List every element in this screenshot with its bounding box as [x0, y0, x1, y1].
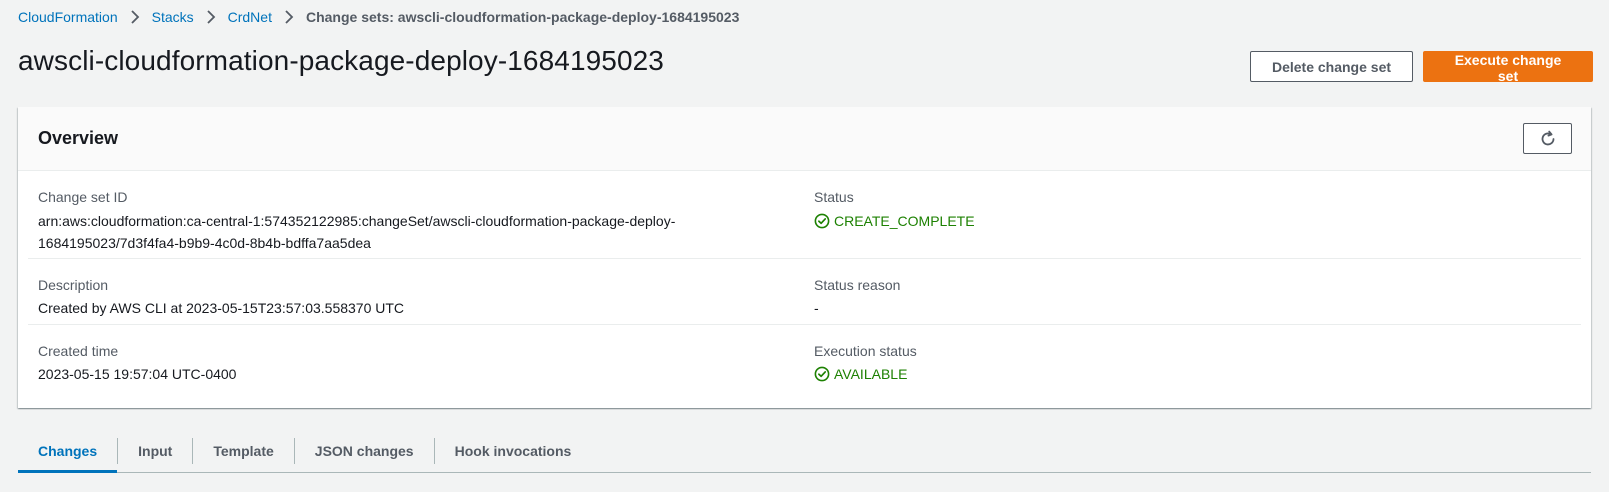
- change-set-id-cell: Change set ID arn:aws:cloudformation:ca-…: [28, 171, 814, 258]
- execution-status-text: AVAILABLE: [834, 366, 908, 382]
- status-cell: Status CREATE_COMPLETE: [814, 171, 1581, 258]
- overview-row: Description Created by AWS CLI at 2023-0…: [28, 259, 1581, 325]
- success-check-icon: [814, 213, 830, 229]
- change-set-id-label: Change set ID: [38, 189, 128, 205]
- overview-grid: Change set ID arn:aws:cloudformation:ca-…: [18, 171, 1591, 398]
- tab-input[interactable]: Input: [117, 438, 192, 464]
- overview-row: Created time 2023-05-15 19:57:04 UTC-040…: [28, 325, 1581, 398]
- delete-change-set-button[interactable]: Delete change set: [1250, 51, 1413, 82]
- tab-changes[interactable]: Changes: [18, 438, 118, 473]
- status-reason-label: Status reason: [814, 277, 901, 293]
- description-cell: Description Created by AWS CLI at 2023-0…: [28, 259, 814, 324]
- overview-panel: Overview Change set ID arn:aws:cloudform…: [18, 107, 1591, 408]
- breadcrumb-cloudformation[interactable]: CloudFormation: [18, 9, 118, 25]
- created-time-cell: Created time 2023-05-15 19:57:04 UTC-040…: [28, 325, 814, 398]
- overview-header: Overview: [18, 107, 1591, 171]
- change-set-id-line-1: arn:aws:cloudformation:ca-central-1:5743…: [38, 213, 676, 229]
- chevron-right-icon: [206, 10, 216, 24]
- refresh-button[interactable]: [1523, 123, 1572, 154]
- tab-json-changes[interactable]: JSON changes: [293, 438, 434, 464]
- tab-template[interactable]: Template: [192, 438, 293, 464]
- overview-row: Change set ID arn:aws:cloudformation:ca-…: [28, 171, 1581, 259]
- breadcrumb-current: Change sets: awscli-cloudformation-packa…: [305, 9, 740, 25]
- description-value: Created by AWS CLI at 2023-05-15T23:57:0…: [38, 300, 405, 316]
- execution-status-label: Execution status: [814, 343, 917, 359]
- tab-bar: Changes Input Template JSON changes Hook…: [18, 430, 1591, 473]
- created-time-label: Created time: [38, 343, 119, 359]
- execution-status-value: AVAILABLE: [814, 363, 907, 385]
- breadcrumb-stacks[interactable]: Stacks: [152, 9, 194, 25]
- status-reason-value: -: [814, 300, 819, 316]
- status-value: CREATE_COMPLETE: [814, 210, 975, 232]
- description-label: Description: [38, 277, 109, 293]
- change-set-id-line-2: 1684195023/7d3f4fa4-b9b9-4c0d-8b4b-bdffa…: [38, 235, 371, 251]
- refresh-icon: [1539, 130, 1557, 148]
- status-reason-cell: Status reason -: [814, 259, 1581, 324]
- breadcrumb-crdnet[interactable]: CrdNet: [228, 9, 272, 25]
- header-actions: Delete change set Execute change set: [1250, 51, 1593, 84]
- chevron-right-icon: [284, 10, 294, 24]
- change-set-id-value: arn:aws:cloudformation:ca-central-1:5743…: [38, 210, 798, 254]
- status-text: CREATE_COMPLETE: [834, 213, 975, 229]
- created-time-value: 2023-05-15 19:57:04 UTC-0400: [38, 366, 237, 382]
- execute-change-set-button[interactable]: Execute change set: [1423, 51, 1593, 84]
- chevron-right-icon: [130, 10, 140, 24]
- execution-status-cell: Execution status AVAILABLE: [814, 325, 1581, 398]
- status-label: Status: [814, 189, 854, 205]
- breadcrumb: CloudFormation Stacks CrdNet Change sets…: [18, 7, 739, 27]
- tab-hook-invocations[interactable]: Hook invocations: [433, 438, 592, 464]
- overview-title: Overview: [38, 128, 119, 148]
- success-check-icon: [814, 366, 830, 382]
- page-title: awscli-cloudformation-package-deploy-168…: [18, 45, 664, 76]
